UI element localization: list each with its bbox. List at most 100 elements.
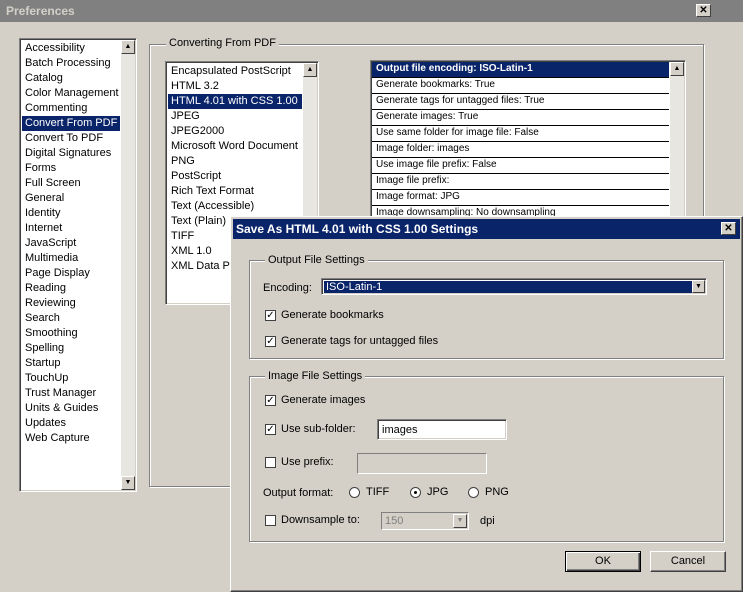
- category-item[interactable]: General: [22, 191, 120, 206]
- use-subfolder-checkbox[interactable]: ✓: [265, 424, 276, 435]
- use-prefix-label[interactable]: Use prefix:: [281, 456, 334, 468]
- output-settings-label: Output File Settings: [265, 254, 368, 266]
- downsample-dropdown-button[interactable]: ▼: [453, 514, 467, 528]
- category-item[interactable]: JavaScript: [22, 236, 120, 251]
- scroll-up-button[interactable]: ▲: [121, 40, 135, 54]
- dialog-close-button[interactable]: ✕: [721, 222, 736, 235]
- use-subfolder-label[interactable]: Use sub-folder:: [281, 423, 356, 435]
- format-tiff-radio[interactable]: [349, 487, 360, 498]
- format-item[interactable]: PostScript: [168, 169, 302, 184]
- preferences-close-button[interactable]: ✕: [696, 4, 711, 17]
- format-png-label[interactable]: PNG: [485, 486, 509, 498]
- category-item[interactable]: Identity: [22, 206, 120, 221]
- format-item[interactable]: JPEG2000: [168, 124, 302, 139]
- category-item[interactable]: Accessibility: [22, 41, 120, 56]
- encoding-select[interactable]: ISO-Latin-1 ▼: [321, 278, 707, 295]
- category-item[interactable]: Batch Processing: [22, 56, 120, 71]
- settings-list[interactable]: Output file encoding: ISO-Latin-1 Generat…: [370, 60, 686, 222]
- settings-row[interactable]: Generate bookmarks: True: [372, 78, 669, 94]
- category-item[interactable]: Color Management: [22, 86, 120, 101]
- category-item[interactable]: Startup: [22, 356, 120, 371]
- scroll-down-button[interactable]: ▼: [121, 476, 135, 490]
- category-item[interactable]: Page Display: [22, 266, 120, 281]
- cancel-button-label: Cancel: [670, 555, 706, 567]
- category-item[interactable]: TouchUp: [22, 371, 120, 386]
- settings-row[interactable]: Image format: JPG: [372, 190, 669, 206]
- scroll-up-button[interactable]: ▲: [303, 63, 317, 77]
- output-format-label: Output format:: [263, 487, 334, 499]
- category-item[interactable]: Web Capture: [22, 431, 120, 446]
- encoding-label: Encoding:: [263, 282, 312, 294]
- category-list[interactable]: Accessibility Batch Processing Catalog Colo…: [19, 38, 137, 492]
- check-icon: ✓: [266, 336, 275, 347]
- generate-tags-checkbox[interactable]: ✓: [265, 336, 276, 347]
- category-item[interactable]: Internet: [22, 221, 120, 236]
- format-item[interactable]: JPEG: [168, 109, 302, 124]
- category-item[interactable]: Multimedia: [22, 251, 120, 266]
- downsample-checkbox[interactable]: [265, 515, 276, 526]
- format-item[interactable]: Encapsulated PostScript: [168, 64, 302, 79]
- settings-row[interactable]: Use image file prefix: False: [372, 158, 669, 174]
- close-icon: ✕: [699, 5, 708, 16]
- category-item[interactable]: Catalog: [22, 71, 120, 86]
- prefix-input[interactable]: [357, 453, 487, 474]
- use-prefix-checkbox[interactable]: [265, 457, 276, 468]
- arrow-up-icon: ▲: [306, 66, 314, 73]
- arrow-down-icon: ▼: [124, 479, 132, 486]
- settings-row[interactable]: Image file prefix:: [372, 174, 669, 190]
- check-icon: ✓: [266, 395, 275, 406]
- chevron-down-icon: ▼: [456, 517, 464, 524]
- format-item[interactable]: PNG: [168, 154, 302, 169]
- generate-images-label[interactable]: Generate images: [281, 394, 365, 406]
- settings-row[interactable]: Image folder: images: [372, 142, 669, 158]
- category-item[interactable]: Full Screen: [22, 176, 120, 191]
- format-jpg-label[interactable]: JPG: [427, 486, 448, 498]
- category-item[interactable]: Convert From PDF: [22, 116, 120, 131]
- format-tiff-label[interactable]: TIFF: [366, 486, 389, 498]
- ok-button[interactable]: OK: [565, 551, 641, 572]
- format-item[interactable]: Microsoft Word Document: [168, 139, 302, 154]
- generate-images-checkbox[interactable]: ✓: [265, 395, 276, 406]
- category-item[interactable]: Spelling: [22, 341, 120, 356]
- format-item[interactable]: HTML 3.2: [168, 79, 302, 94]
- downsample-label[interactable]: Downsample to:: [281, 514, 360, 526]
- category-item[interactable]: Trust Manager: [22, 386, 120, 401]
- category-scrollbar[interactable]: ▲ ▼: [121, 40, 135, 490]
- format-jpg-radio[interactable]: [410, 487, 421, 498]
- category-item[interactable]: Digital Signatures: [22, 146, 120, 161]
- category-item[interactable]: Convert To PDF: [22, 131, 120, 146]
- category-item[interactable]: Search: [22, 311, 120, 326]
- generate-bookmarks-label[interactable]: Generate bookmarks: [281, 309, 384, 321]
- check-icon: ✓: [266, 310, 275, 321]
- category-item[interactable]: Smoothing: [22, 326, 120, 341]
- category-item[interactable]: Commenting: [22, 101, 120, 116]
- dialog-title: Save As HTML 4.01 with CSS 1.00 Settings: [236, 222, 479, 236]
- close-icon: ✕: [724, 223, 733, 234]
- category-item[interactable]: Updates: [22, 416, 120, 431]
- scroll-up-button[interactable]: ▲: [670, 62, 684, 76]
- ok-button-label: OK: [595, 555, 611, 567]
- preferences-title: Preferences: [6, 4, 75, 18]
- format-item[interactable]: Rich Text Format: [168, 184, 302, 199]
- settings-row[interactable]: Generate images: True: [372, 110, 669, 126]
- settings-row[interactable]: Generate tags for untagged files: True: [372, 94, 669, 110]
- category-item[interactable]: Reviewing: [22, 296, 120, 311]
- subfolder-input[interactable]: images: [377, 419, 507, 440]
- category-item[interactable]: Units & Guides: [22, 401, 120, 416]
- generate-tags-label[interactable]: Generate tags for untagged files: [281, 335, 438, 347]
- category-item[interactable]: Reading: [22, 281, 120, 296]
- format-item[interactable]: HTML 4.01 with CSS 1.00: [168, 94, 302, 109]
- settings-row[interactable]: Output file encoding: ISO-Latin-1: [372, 62, 669, 78]
- generate-bookmarks-checkbox[interactable]: ✓: [265, 310, 276, 321]
- encoding-dropdown-button[interactable]: ▼: [692, 280, 705, 293]
- chevron-down-icon: ▼: [695, 283, 702, 290]
- settings-row[interactable]: Use same folder for image file: False: [372, 126, 669, 142]
- format-item[interactable]: Text (Accessible): [168, 199, 302, 214]
- cancel-button[interactable]: Cancel: [650, 551, 726, 572]
- category-item[interactable]: Forms: [22, 161, 120, 176]
- subfolder-value: images: [382, 424, 418, 436]
- downsample-value: 150: [385, 515, 404, 527]
- downsample-select[interactable]: 150 ▼: [381, 512, 469, 530]
- format-png-radio[interactable]: [468, 487, 479, 498]
- settings-scrollbar[interactable]: ▲: [670, 62, 684, 220]
